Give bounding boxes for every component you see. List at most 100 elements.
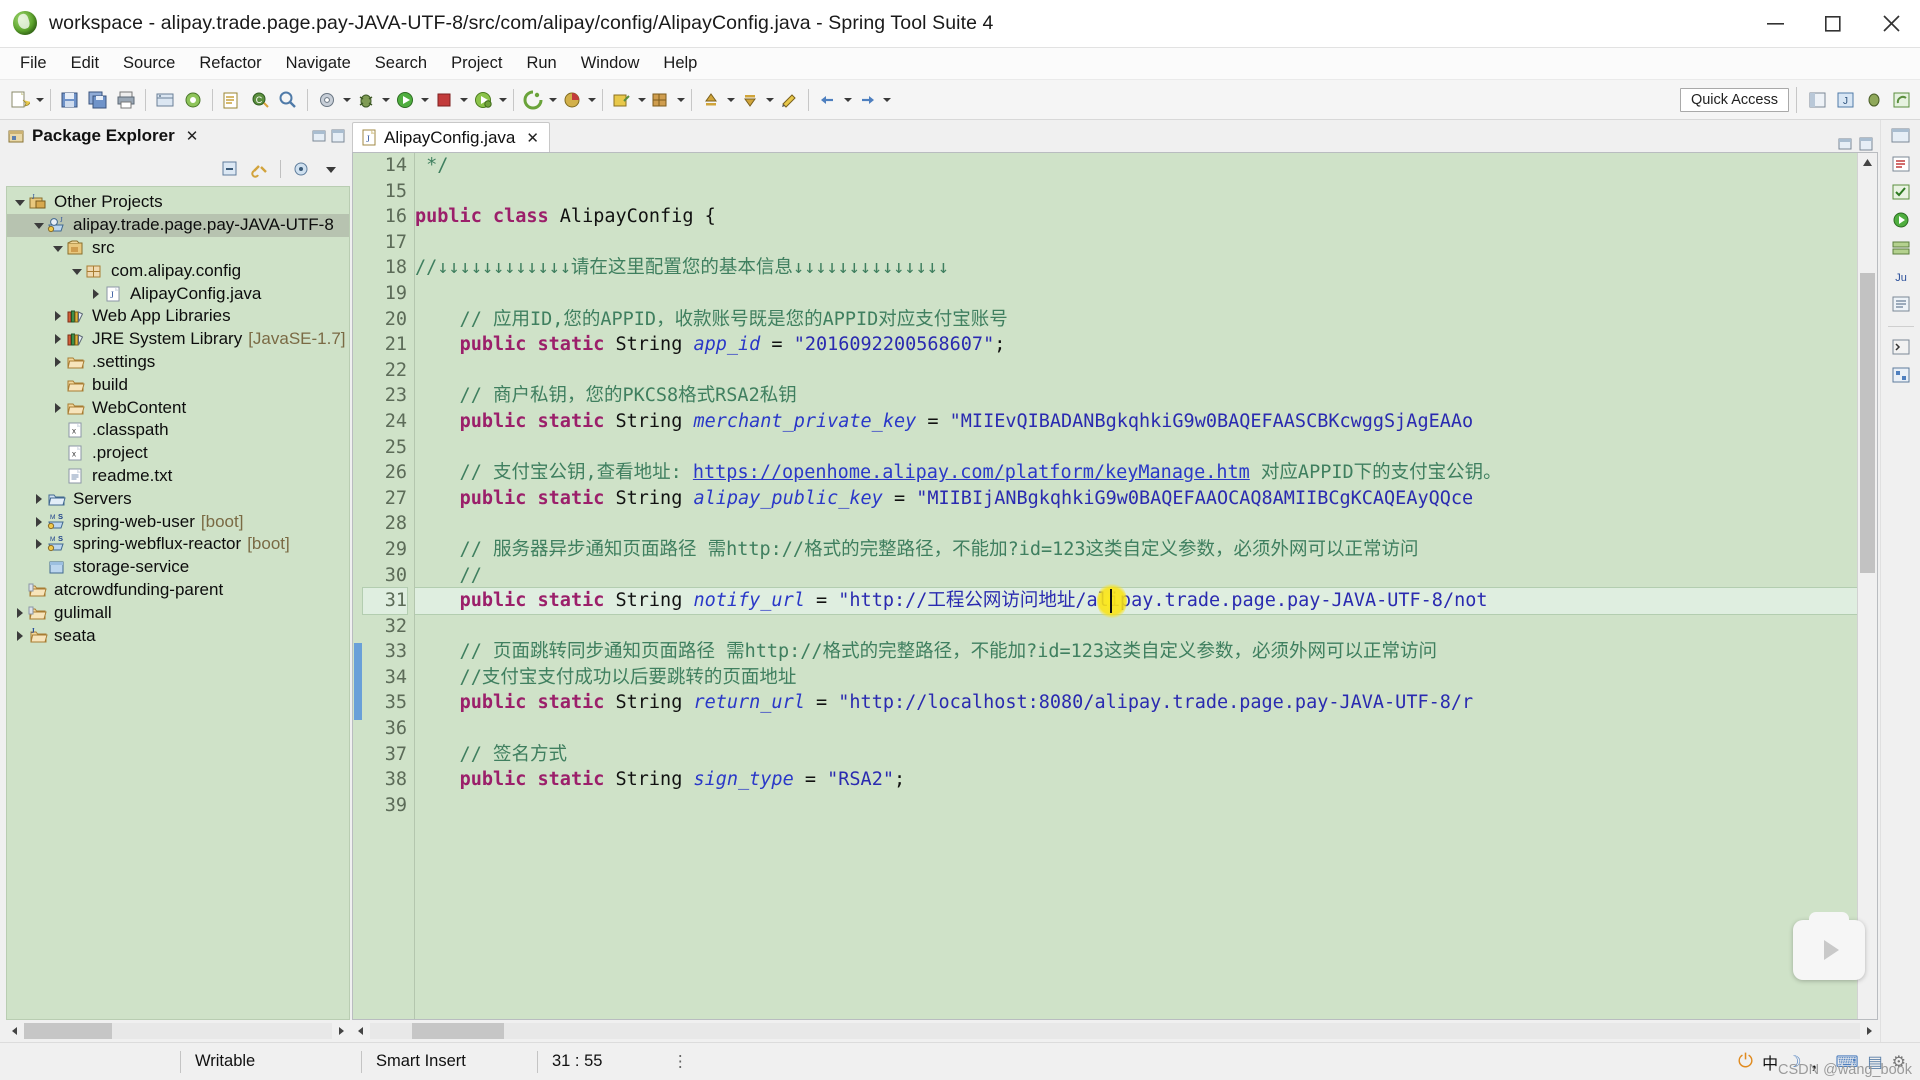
close-icon[interactable]: ✕ (526, 129, 539, 147)
chevron-right-icon[interactable] (87, 284, 104, 304)
collapse-all-icon[interactable] (217, 157, 243, 181)
tree-item-spring-web-user[interactable]: M Sspring-web-user [boot] (7, 510, 349, 533)
external-tools-dropdown[interactable] (341, 85, 352, 115)
task-list-icon[interactable] (1890, 182, 1912, 204)
debug-perspective-icon[interactable] (1860, 85, 1888, 115)
scroll-up-icon[interactable] (1858, 153, 1877, 171)
focus-on-task-icon[interactable] (288, 157, 314, 181)
tree-item-settings[interactable]: .settings (7, 351, 349, 374)
back-dropdown[interactable] (842, 85, 853, 115)
code-line[interactable]: // 支付宝公钥,查看地址: https://openhome.alipay.c… (415, 460, 1857, 486)
stop-dropdown[interactable] (458, 85, 469, 115)
code-line[interactable] (415, 230, 1857, 256)
previous-annotation-dropdown[interactable] (725, 85, 736, 115)
open-type-button[interactable] (218, 85, 246, 115)
tree-item-storage-service[interactable]: storage-service (7, 556, 349, 579)
code-line[interactable] (415, 793, 1857, 819)
chevron-right-icon[interactable] (30, 534, 47, 554)
scroll-right-icon[interactable] (1860, 1022, 1878, 1040)
servers-view-icon[interactable] (1890, 238, 1912, 260)
code-line[interactable]: // 服务器异步通知页面路径 需http://格式的完整路径，不能加?id=12… (415, 537, 1857, 563)
debug-button[interactable] (352, 85, 380, 115)
next-annotation-dropdown[interactable] (764, 85, 775, 115)
menu-search[interactable]: Search (363, 51, 439, 76)
new-wizard-dropdown[interactable] (34, 85, 45, 115)
scroll-track[interactable] (370, 1023, 1860, 1039)
tree-item-project[interactable]: x .project (7, 442, 349, 465)
menu-help[interactable]: Help (651, 51, 709, 76)
open-perspective-icon[interactable] (1804, 85, 1832, 115)
ime-language-indicator[interactable]: 中 (1762, 1050, 1778, 1074)
new-wizard-button[interactable] (6, 85, 34, 115)
tree-item-atcrowdfunding-parent[interactable]: atcrowdfunding-parent (7, 579, 349, 602)
new-package-button[interactable] (647, 85, 675, 115)
boot-dashboard-icon[interactable] (1890, 210, 1912, 232)
new-java-class-button[interactable]: C (246, 85, 274, 115)
close-button[interactable] (1862, 0, 1920, 48)
maximize-editor-icon[interactable] (1858, 136, 1874, 152)
tree-item-jre-system-library[interactable]: JRE System Library [JavaSE-1.7] (7, 328, 349, 351)
new-spring-starter-button[interactable] (519, 85, 547, 115)
chevron-right-icon[interactable] (11, 603, 28, 623)
debug-perspective-button[interactable] (179, 85, 207, 115)
menu-edit[interactable]: Edit (59, 51, 111, 76)
chevron-right-icon[interactable] (30, 489, 47, 509)
editor-vertical-scrollbar[interactable] (1857, 153, 1877, 1019)
previous-annotation-button[interactable] (697, 85, 725, 115)
forward-button[interactable] (853, 85, 881, 115)
code-line[interactable] (415, 511, 1857, 537)
code-line[interactable]: // 页面跳转同步通知页面路径 需http://格式的完整路径，不能加?id=1… (415, 639, 1857, 665)
scroll-left-icon[interactable] (352, 1022, 370, 1040)
save-button[interactable] (56, 85, 84, 115)
tree-item-alipay-trade-page-pay-java-utf-8[interactable]: Jalipay.trade.page.pay-JAVA-UTF-8 (7, 213, 349, 237)
scroll-right-icon[interactable] (332, 1022, 350, 1040)
scroll-thumb[interactable] (24, 1023, 112, 1039)
code-line[interactable]: */ (415, 153, 1857, 179)
menu-run[interactable]: Run (514, 51, 568, 76)
code-line[interactable]: public static String sign_type = "RSA2"; (415, 767, 1857, 793)
new-java-project-button[interactable] (608, 85, 636, 115)
run-button[interactable] (391, 85, 419, 115)
chevron-right-icon[interactable] (49, 398, 66, 418)
minimize-button[interactable] (1746, 0, 1804, 48)
coverage-button[interactable] (558, 85, 586, 115)
menu-window[interactable]: Window (569, 51, 652, 76)
code-line[interactable]: // 签名方式 (415, 742, 1857, 768)
project-tree[interactable]: J Other Projects Jalipay.trade.page.pay-JA… (6, 186, 350, 1020)
menu-refactor[interactable]: Refactor (187, 51, 273, 76)
coverage-dropdown[interactable] (586, 85, 597, 115)
chevron-right-icon[interactable] (49, 352, 66, 372)
link-with-editor-icon[interactable] (247, 157, 273, 181)
tree-item-classpath[interactable]: x .classpath (7, 419, 349, 442)
tab-alipayconfig-java[interactable]: J AlipayConfig.java ✕ (352, 122, 550, 152)
debug-dropdown[interactable] (380, 85, 391, 115)
chevron-right-icon[interactable] (30, 512, 47, 532)
java-perspective-icon[interactable]: J (1832, 85, 1860, 115)
scroll-thumb[interactable] (1860, 273, 1875, 573)
view-menu-icon[interactable] (318, 157, 344, 181)
code-line[interactable] (415, 614, 1857, 640)
next-annotation-button[interactable] (736, 85, 764, 115)
code-line[interactable]: //支付宝支付成功以后要跳转的页面地址 (415, 665, 1857, 691)
chevron-down-icon[interactable] (49, 238, 66, 258)
print-button[interactable] (112, 85, 140, 115)
minimize-view-icon[interactable] (311, 128, 327, 144)
console-view-icon[interactable] (1890, 337, 1912, 359)
maximize-button[interactable] (1804, 0, 1862, 48)
run-dropdown[interactable] (419, 85, 430, 115)
outline-view-icon[interactable] (1890, 154, 1912, 176)
tree-item-src[interactable]: src (7, 237, 349, 260)
ime-power-icon[interactable]: ⏻ (1738, 1051, 1753, 1073)
code-line[interactable]: public static String app_id = "201609220… (415, 332, 1857, 358)
tree-item-gulimall[interactable]: gulimall (7, 601, 349, 624)
close-icon[interactable]: ✕ (186, 127, 199, 145)
minimize-editor-icon[interactable] (1837, 136, 1853, 152)
chevron-down-icon[interactable] (11, 192, 28, 212)
code-line[interactable]: public static String merchant_private_ke… (415, 409, 1857, 435)
back-button[interactable] (814, 85, 842, 115)
properties-view-icon[interactable] (1890, 294, 1912, 316)
menu-navigate[interactable]: Navigate (274, 51, 363, 76)
chevron-down-icon[interactable] (68, 261, 85, 281)
save-all-button[interactable] (84, 85, 112, 115)
boot-dashboard-dropdown[interactable] (497, 85, 508, 115)
